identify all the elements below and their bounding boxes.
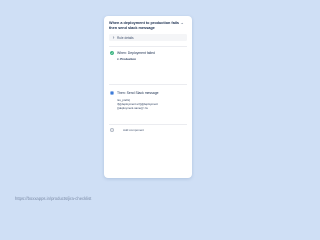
automation-rule-card: When a deployment to production fails → … (104, 16, 192, 178)
rule-title: When a deployment to production fails → … (109, 21, 184, 30)
action-step[interactable]: Then: Send Slack message rss_prefix} rl}… (109, 91, 187, 117)
trigger-label: When: Deployment failed (117, 51, 155, 55)
divider (109, 46, 187, 47)
divider (109, 124, 187, 125)
footer-url[interactable]: https://boxxapps.in/products/jira-checkl… (15, 196, 91, 201)
environment-prefix: in (117, 57, 120, 61)
rule-details-label: Rule details (117, 35, 134, 40)
add-component-label: Add component (123, 128, 145, 132)
rule-details-toggle[interactable]: Rule details (109, 34, 187, 41)
add-component-button[interactable]: Add component (109, 128, 187, 134)
trigger-step[interactable]: When: Deployment failed in Production (109, 51, 187, 65)
divider (109, 84, 187, 85)
chevron-right-icon (112, 36, 115, 39)
check-circle-icon (110, 51, 114, 55)
trigger-environment: in Production (117, 57, 137, 62)
message-line: {{deployment.name}}> fa (117, 106, 148, 110)
action-label: Then: Send Slack message (117, 91, 159, 95)
radio-selected-icon (110, 91, 114, 95)
environment-value: Production (120, 57, 137, 61)
plus-circle-icon (110, 128, 114, 132)
